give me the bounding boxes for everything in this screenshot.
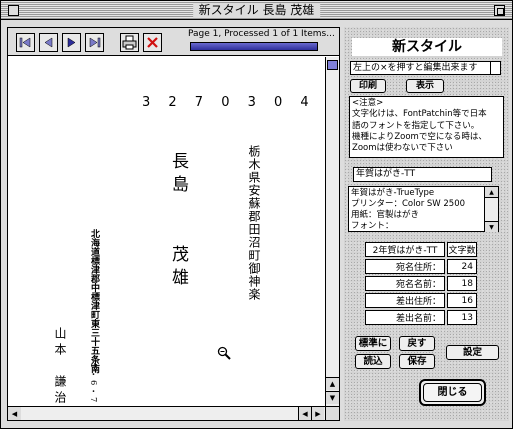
control-panel: 新スタイル 左上の×を押すと編集出来ます 印刷 表示 <注意> 文字化けは、Fo… <box>344 27 509 421</box>
character-count-table: 2年賀はがき-TT 文字数 宛名住所： 24 宛名名前： 18 差出住所： 16… <box>363 240 479 327</box>
sender-family-name: 山本 <box>53 327 67 359</box>
list-item: 用紙：官製はがき <box>351 210 420 220</box>
vertical-scroll-thumb[interactable] <box>327 60 338 70</box>
sender-address-number: 5・6・7 <box>89 363 98 405</box>
row-value-field[interactable]: 18 <box>447 276 477 291</box>
table-row: 宛名住所： 24 <box>365 259 477 274</box>
table-row: 差出住所： 16 <box>365 293 477 308</box>
resize-grip[interactable] <box>325 406 339 420</box>
table-row: 宛名名前： 18 <box>365 276 477 291</box>
next-page-button[interactable] <box>62 33 81 52</box>
postcard-preview: 3 2 7 0 3 0 4 栃木県安蘇郡田沼町御神楽 長島 茂雄 北海道標津郡中… <box>8 57 324 406</box>
print-action-button[interactable]: 印刷 <box>350 79 386 93</box>
preview-toolbar: Page 1, Processed 1 of 1 Items... <box>8 28 339 56</box>
recipient-family-name: 長島 <box>168 152 188 198</box>
hint-text: 左上の×を押すと編集出来ます <box>350 61 491 75</box>
table-row: 差出名前： 13 <box>365 310 477 325</box>
preview-vertical-scrollbar[interactable]: ▲ ▼ <box>325 57 339 406</box>
notice-line: Zoomは使わないで下さい <box>352 143 453 154</box>
row-label: 宛名名前： <box>365 276 445 291</box>
magnifier-cursor-icon <box>217 346 231 360</box>
info-list-scrollbar[interactable]: ▲ ▼ <box>485 186 499 232</box>
window-title: 新スタイル 長島 茂雄 <box>192 3 321 18</box>
printer-icon <box>122 35 137 50</box>
sender-address: 北海道標津郡中標津町東三十五条南 <box>89 229 99 373</box>
title-bar[interactable]: 新スタイル 長島 茂雄 <box>1 1 512 20</box>
hint-box-end <box>491 61 501 75</box>
print-button[interactable] <box>120 33 139 52</box>
reset-standard-button[interactable]: 標準に <box>355 336 391 351</box>
app-title: 新スタイル <box>352 38 502 56</box>
scroll-down-arrow[interactable]: ▼ <box>326 391 339 404</box>
scroll-left-arrow[interactable]: ◀ <box>8 407 21 420</box>
prev-page-button[interactable] <box>39 33 58 52</box>
row-value-field[interactable]: 16 <box>447 293 477 308</box>
display-button[interactable]: 表示 <box>406 79 444 93</box>
row-label: 差出名前： <box>365 310 445 325</box>
recipient-given-name: 茂雄 <box>168 245 188 291</box>
scroll-left-arrow-2[interactable]: ◀ <box>298 407 311 420</box>
template-info-list[interactable]: 年賀はがき-TrueType プリンター：Color SW 2500 用紙：官製… <box>348 186 485 232</box>
first-page-icon <box>19 37 31 48</box>
close-button-frame[interactable]: 閉じる <box>419 379 486 406</box>
settings-button[interactable]: 設定 <box>446 345 499 360</box>
first-page-button[interactable] <box>16 33 35 52</box>
template-name-field[interactable]: 年賀はがき-TT <box>353 167 492 182</box>
sender-given-name: 謙治 <box>53 375 67 406</box>
row-label: 宛名住所： <box>365 259 445 274</box>
postal-code: 3 2 7 0 3 0 4 <box>142 95 316 110</box>
notice-line: 文字化けは、FontPatchin等で日本 <box>352 109 487 120</box>
load-button[interactable]: 読込 <box>355 354 391 369</box>
window-zoom-box[interactable] <box>494 5 505 16</box>
next-page-icon <box>67 37 76 48</box>
preview-pane: Page 1, Processed 1 of 1 Items... 3 2 7 … <box>7 27 340 421</box>
preview-horizontal-scrollbar[interactable]: ◀ ◀ ▶ <box>8 406 325 420</box>
revert-button[interactable]: 戻す <box>399 336 435 351</box>
list-item: 年賀はがき-TrueType <box>351 188 435 198</box>
recipient-address: 栃木県安蘇郡田沼町御神楽 <box>247 145 261 301</box>
save-button[interactable]: 保存 <box>399 354 435 369</box>
row-value-field[interactable]: 13 <box>447 310 477 325</box>
progress-bar <box>190 42 318 51</box>
window-close-box[interactable] <box>8 5 19 16</box>
list-item: フォント： <box>351 221 394 231</box>
main-window: 新スタイル 長島 茂雄 Page 1, Processed 1 of 1 Ite… <box>0 0 513 429</box>
row-label: 差出住所： <box>365 293 445 308</box>
close-x-icon <box>147 37 158 48</box>
page-status-text: Page 1, Processed 1 of 1 Items... <box>188 29 335 39</box>
list-item: プリンター：Color SW 2500 <box>351 199 466 209</box>
prev-page-icon <box>44 37 53 48</box>
close-button[interactable]: 閉じる <box>423 383 482 402</box>
notice-line: 機種によりZoomで空になる時は、 <box>352 131 487 142</box>
row-value-field[interactable]: 24 <box>447 259 477 274</box>
last-page-button[interactable] <box>85 33 104 52</box>
cancel-button[interactable] <box>143 33 162 52</box>
list-scroll-down-arrow[interactable]: ▼ <box>485 221 498 232</box>
notice-line: 語のフォントを指定して下さい。 <box>352 120 480 131</box>
table-header-template: 2年賀はがき-TT <box>365 242 445 257</box>
list-scroll-up-arrow[interactable]: ▲ <box>485 187 498 198</box>
progress-fill <box>191 43 317 50</box>
notice-box: <注意> 文字化けは、FontPatchin等で日本 語のフォントを指定して下さ… <box>349 96 504 158</box>
scroll-up-arrow[interactable]: ▲ <box>326 377 339 390</box>
table-header-count: 文字数 <box>447 242 477 257</box>
scroll-right-arrow[interactable]: ▶ <box>311 407 324 420</box>
last-page-icon <box>89 37 101 48</box>
notice-line: <注意> <box>352 98 384 108</box>
